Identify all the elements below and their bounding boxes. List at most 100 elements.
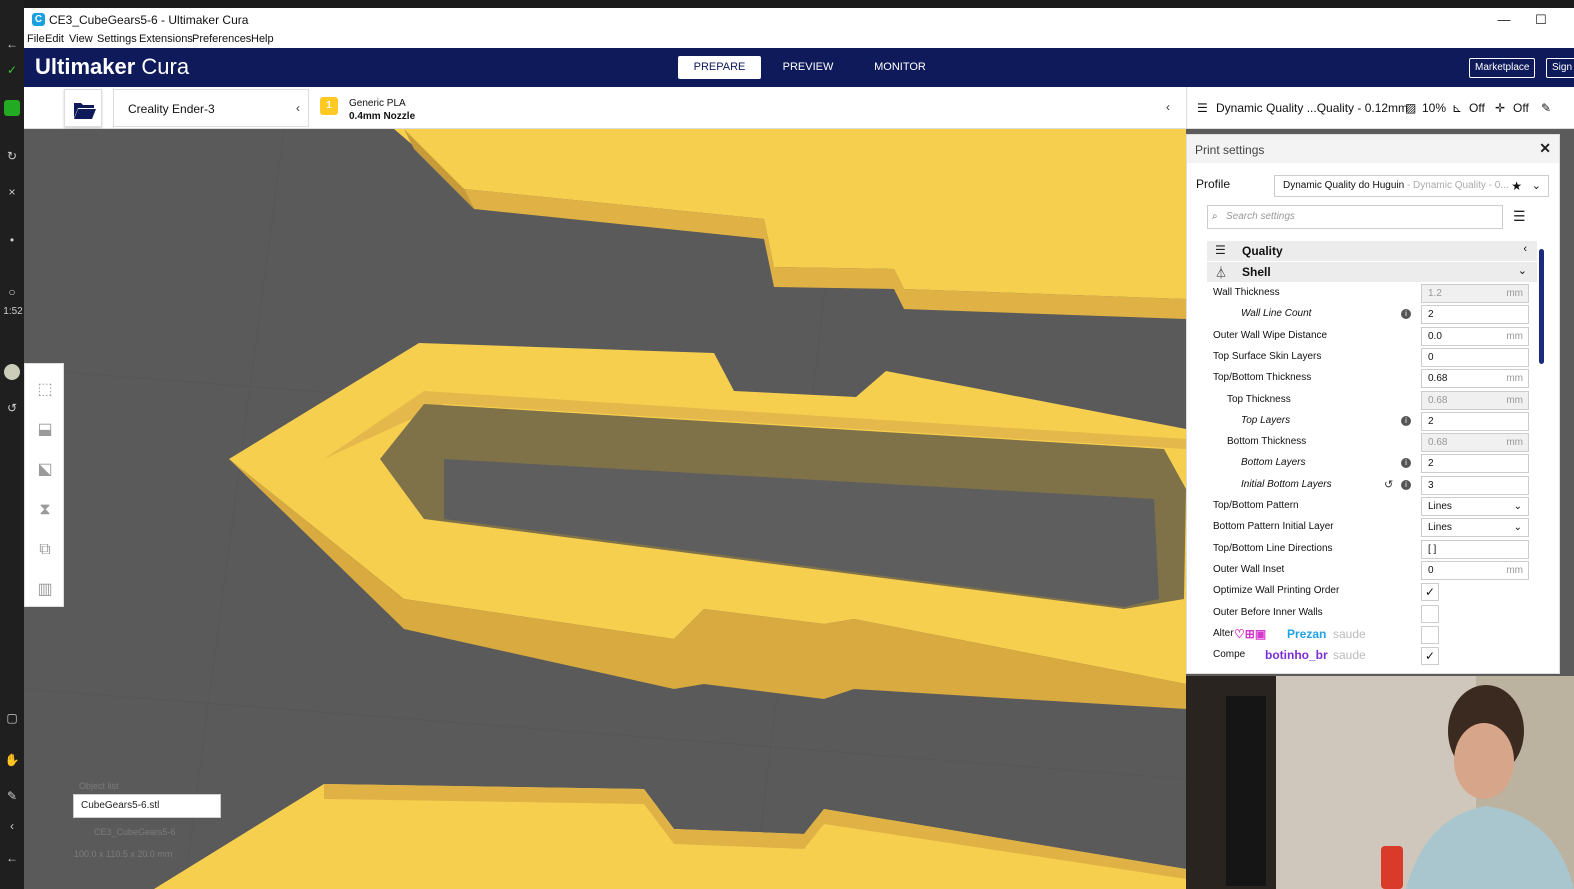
chevron-down-icon: ⌄: [1531, 180, 1541, 192]
setting-row: Outer Before Inner Walls: [1187, 603, 1539, 624]
avatar[interactable]: [4, 364, 20, 380]
object-list-label: Object list: [79, 781, 119, 791]
chevron-left-icon: ‹: [296, 101, 300, 115]
print-setup-selector[interactable]: ☰ Dynamic Quality ...Quality - 0.12mm ▨ …: [1186, 87, 1574, 129]
setting-row: Outer Wall Wipe Distance 0.0 mm: [1187, 326, 1539, 347]
rotate-tool-icon[interactable]: ⬕: [33, 458, 57, 482]
tab-monitor[interactable]: MONITOR: [860, 56, 940, 79]
signin-button[interactable]: Sign: [1546, 58, 1574, 78]
category-label: Shell: [1242, 265, 1271, 279]
scale-tool-icon[interactable]: ⬓: [33, 418, 57, 442]
setting-label: Bottom Thickness: [1227, 436, 1307, 448]
per-model-settings-icon[interactable]: ⧉: [33, 538, 57, 562]
undo-icon[interactable]: ↺: [4, 400, 20, 416]
setting-label: Top/Bottom Thickness: [1213, 372, 1312, 384]
setting-input[interactable]: 0 mm: [1421, 560, 1529, 580]
back-arrow-icon[interactable]: ←: [4, 36, 20, 52]
square-icon[interactable]: ▢: [4, 710, 20, 726]
star-icon[interactable]: ★: [1511, 176, 1522, 196]
search-settings-input[interactable]: ⌕ Search settings: [1207, 205, 1503, 229]
tab-preview[interactable]: PREVIEW: [771, 56, 845, 79]
reset-icon[interactable]: ↺: [1384, 478, 1393, 491]
open-file-button[interactable]: [64, 89, 102, 127]
chevron-down-icon: ⌄: [1513, 522, 1522, 534]
profile-dropdown[interactable]: Dynamic Quality do Huguin - Dynamic Qual…: [1274, 175, 1549, 197]
refresh-icon[interactable]: ↻: [4, 148, 20, 164]
loop-icon[interactable]: ○: [4, 284, 20, 300]
setting-input[interactable]: 0.68 mm: [1421, 369, 1529, 389]
info-icon[interactable]: i: [1401, 458, 1411, 469]
settings-menu-icon[interactable]: ☰: [1513, 208, 1526, 225]
marketplace-button[interactable]: Marketplace: [1469, 58, 1536, 78]
setting-label: Alter: [1213, 627, 1234, 639]
setting-value: 0.68: [1428, 437, 1448, 449]
infill-value: 10%: [1422, 101, 1447, 115]
mirror-tool-icon[interactable]: ⧗: [33, 498, 57, 522]
folder-icon: [74, 103, 96, 119]
setting-input[interactable]: 2: [1421, 305, 1529, 325]
support-value: Off: [1469, 101, 1485, 115]
setting-value: 2: [1428, 309, 1434, 321]
minimize-button[interactable]: —: [1494, 10, 1514, 30]
menu-preferences[interactable]: Preferences: [192, 33, 251, 45]
info-icon[interactable]: i: [1401, 415, 1411, 426]
menu-help[interactable]: Help: [251, 33, 274, 45]
webcam-overlay: [1186, 676, 1574, 889]
setting-label: Top/Bottom Pattern: [1213, 500, 1299, 511]
adhesion-value: Off: [1513, 101, 1529, 115]
pencil-icon[interactable]: ✎: [4, 788, 20, 804]
dot-icon[interactable]: •: [4, 232, 20, 248]
maximize-button[interactable]: ☐: [1531, 10, 1551, 30]
setting-input[interactable]: 1.2 mm: [1421, 284, 1529, 303]
setting-checkbox[interactable]: [1421, 625, 1439, 644]
setting-input[interactable]: 0.68 mm: [1421, 433, 1529, 453]
printer-selector[interactable]: Creality Ender-3 ‹: [113, 89, 309, 127]
back-icon[interactable]: ←: [4, 850, 20, 866]
setting-input[interactable]: 0: [1421, 347, 1529, 367]
setting-row: Top Surface Skin Layers 0: [1187, 347, 1539, 368]
object-name-field[interactable]: CubeGears5-6.stl: [73, 794, 221, 818]
setting-row: Top/Bottom Pattern Lines ⌄: [1187, 496, 1539, 517]
setting-input[interactable]: 2: [1421, 454, 1529, 474]
setting-input[interactable]: 0.0 mm: [1421, 326, 1529, 346]
profile-summary: Dynamic Quality ...Quality - 0.12mm: [1216, 101, 1409, 115]
setting-checkbox[interactable]: ✓: [1421, 647, 1439, 666]
menu-settings[interactable]: Settings: [97, 33, 137, 45]
setting-checkbox[interactable]: ✓: [1421, 583, 1439, 602]
chat-badge-icon: ♡⊞▣: [1234, 627, 1267, 641]
close-icon[interactable]: ×: [4, 184, 20, 200]
chevron-down-icon: ⌄: [1513, 501, 1522, 512]
setting-input[interactable]: 3: [1421, 475, 1529, 495]
menu-edit[interactable]: Edit: [45, 33, 64, 45]
move-tool-icon[interactable]: ⬚: [33, 378, 57, 402]
title-bar: C CE3_CubeGears5-6 - Ultimaker Cura — ☐: [24, 8, 1574, 32]
setting-label: Top/Bottom Line Directions: [1213, 542, 1333, 554]
menu-file[interactable]: File: [27, 33, 45, 45]
green-app-icon[interactable]: [4, 100, 20, 116]
info-icon[interactable]: i: [1401, 479, 1411, 490]
setting-dropdown[interactable]: Lines ⌄: [1421, 497, 1529, 516]
setting-input[interactable]: [ ]: [1421, 539, 1529, 559]
setting-checkbox[interactable]: [1421, 604, 1439, 623]
setting-value: 0.68: [1428, 373, 1448, 385]
category-quality[interactable]: ☰ Quality ‹: [1207, 241, 1537, 261]
settings-scrollbar[interactable]: [1539, 249, 1544, 364]
setting-row: Wall Thickness 1.2 mm: [1187, 283, 1539, 304]
menu-view[interactable]: View: [69, 33, 93, 45]
category-shell[interactable]: ⏃ Shell ⌄: [1207, 262, 1537, 282]
share-icon[interactable]: ‹: [4, 818, 20, 834]
material-selector[interactable]: 1 Generic PLA 0.4mm Nozzle ‹: [312, 89, 1184, 127]
hand-icon[interactable]: ✋: [4, 752, 20, 768]
menu-extensions[interactable]: Extensions: [139, 33, 193, 45]
setting-input[interactable]: 0.68 mm: [1421, 390, 1529, 410]
infill-icon: ▨: [1405, 101, 1417, 115]
close-icon[interactable]: ✕: [1539, 140, 1551, 157]
support-blocker-icon[interactable]: ▥: [33, 578, 57, 602]
info-icon[interactable]: i: [1401, 309, 1411, 320]
setting-dropdown[interactable]: Lines ⌄: [1421, 518, 1529, 538]
3d-viewport[interactable]: ⬚ ⬓ ⬕ ⧗ ⧉ ▥ Object list CubeGears5-6.stl…: [24, 129, 1186, 889]
setting-input[interactable]: 2: [1421, 411, 1529, 431]
tab-prepare[interactable]: PREPARE: [678, 56, 761, 79]
chevron-down-icon: ⌄: [1517, 265, 1527, 277]
obs-side-strip: ← ✓ ↻ × • ○ 1:52 ↺ ▢ ✋ ✎ ‹ ←: [0, 0, 24, 889]
